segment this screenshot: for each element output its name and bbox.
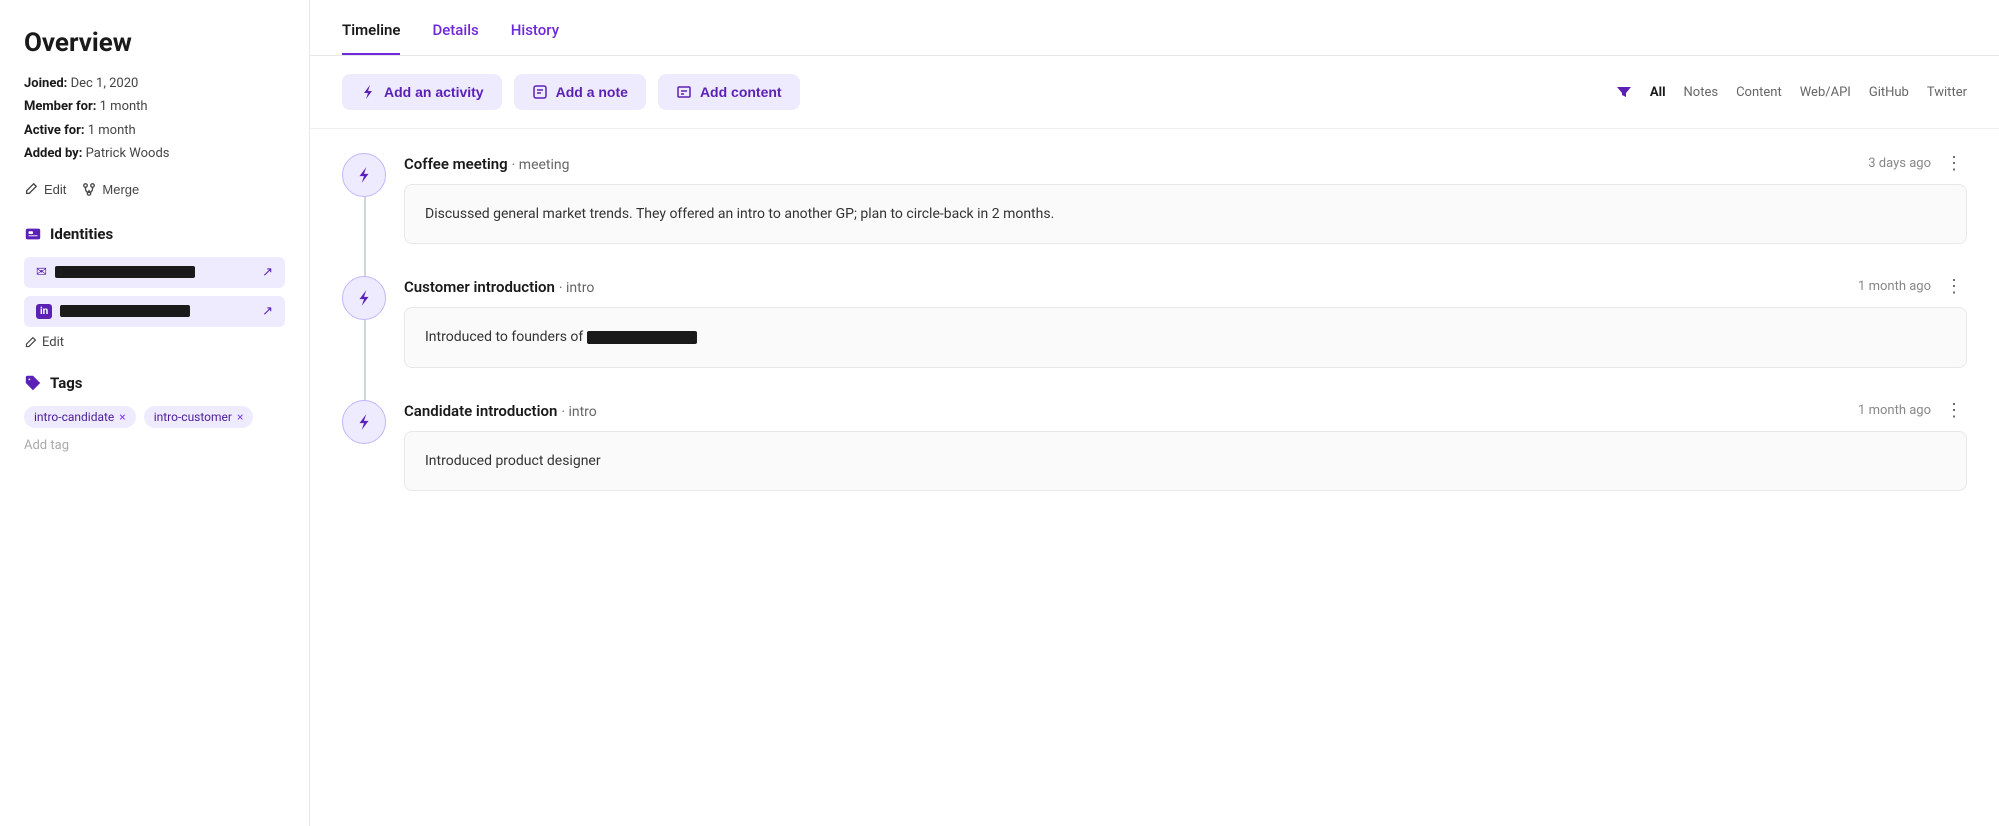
sidebar: Overview Joined: Dec 1, 2020 Member for:…: [0, 0, 310, 826]
merge-icon: [82, 182, 96, 196]
timeline-card-2: Introduced to founders of: [404, 307, 1967, 367]
tag-remove-intro-candidate[interactable]: ×: [119, 410, 125, 424]
tag-pill-intro-customer: intro-customer ×: [144, 406, 254, 428]
sidebar-action-bar: Edit Merge: [24, 182, 285, 197]
tag-remove-intro-customer[interactable]: ×: [237, 410, 243, 424]
identity-linkedin-item: in ↗: [24, 296, 285, 327]
timeline-header-1: Coffee meeting · meeting 3 days ago ⋮: [404, 153, 1967, 174]
add-note-button[interactable]: Add a note: [514, 74, 646, 110]
tag-pills-container: intro-candidate × intro-customer ×: [24, 406, 285, 428]
filter-bar: All Notes Content Web/API GitHub Twitter: [1616, 84, 1967, 100]
bolt-icon-2: [355, 289, 373, 307]
tag-icon: [24, 374, 42, 392]
tab-details[interactable]: Details: [432, 21, 478, 55]
timeline-title-3: Candidate introduction · intro: [404, 401, 597, 420]
timeline-line-1: [364, 197, 366, 276]
identities-icon: [24, 225, 42, 243]
timeline-title-1: Coffee meeting · meeting: [404, 154, 570, 173]
linkedin-redacted: [60, 305, 190, 317]
timeline-icon-2: [342, 276, 386, 320]
edit-button[interactable]: Edit: [24, 182, 66, 197]
identity-email-item: ✉ ↗: [24, 257, 285, 288]
timeline-entry-coffee-meeting: Coffee meeting · meeting 3 days ago ⋮ Di…: [342, 153, 1967, 244]
identities-edit-button[interactable]: Edit: [24, 335, 285, 350]
toolbar: Add an activity Add a note Add content A…: [310, 56, 1999, 129]
edit-icon: [24, 182, 38, 196]
filter-notes[interactable]: Notes: [1684, 85, 1719, 100]
timeline-more-button-2[interactable]: ⋮: [1941, 276, 1967, 297]
add-content-button[interactable]: Add content: [658, 74, 800, 110]
note-icon: [532, 84, 548, 100]
timeline-more-button-3[interactable]: ⋮: [1941, 400, 1967, 421]
filter-github[interactable]: GitHub: [1869, 85, 1909, 100]
timeline-title-2: Customer introduction · intro: [404, 277, 594, 296]
bolt-icon-3: [355, 413, 373, 431]
linkedin-edit-icon[interactable]: ↗: [262, 304, 273, 319]
timeline-entry-candidate-intro: Candidate introduction · intro 1 month a…: [342, 400, 1967, 491]
main-content: Timeline Details History Add an activity…: [310, 0, 1999, 826]
tabs-bar: Timeline Details History: [310, 0, 1999, 56]
add-activity-button[interactable]: Add an activity: [342, 74, 502, 110]
timeline-body-2: Customer introduction · intro 1 month ag…: [404, 276, 1967, 367]
timeline-line-2: [364, 320, 366, 399]
redacted-text-2: [587, 331, 697, 344]
filter-all[interactable]: All: [1650, 85, 1666, 100]
timeline-card-1: Discussed general market trends. They of…: [404, 184, 1967, 244]
email-edit-icon[interactable]: ↗: [262, 265, 273, 280]
timeline-entry-customer-intro: Customer introduction · intro 1 month ag…: [342, 276, 1967, 367]
timeline-meta-3: 1 month ago ⋮: [1858, 400, 1967, 421]
filter-webapi[interactable]: Web/API: [1800, 85, 1851, 100]
timeline-container: Coffee meeting · meeting 3 days ago ⋮ Di…: [310, 129, 1999, 826]
timeline-icon-3: [342, 400, 386, 444]
overview-title: Overview: [24, 28, 285, 58]
linkedin-badge: in: [36, 304, 52, 319]
tab-history[interactable]: History: [511, 21, 559, 55]
timeline-meta-1: 3 days ago ⋮: [1868, 153, 1967, 174]
timeline-icon-1: [342, 153, 386, 197]
timeline-body-1: Coffee meeting · meeting 3 days ago ⋮ Di…: [404, 153, 1967, 244]
edit-icon-small: [24, 336, 37, 349]
merge-button[interactable]: Merge: [82, 182, 139, 197]
tags-title: Tags: [24, 374, 285, 392]
timeline-body-3: Candidate introduction · intro 1 month a…: [404, 400, 1967, 491]
bolt-icon-1: [355, 166, 373, 184]
tag-pill-intro-candidate: intro-candidate ×: [24, 406, 136, 428]
identities-title: Identities: [24, 225, 285, 243]
timeline-more-button-1[interactable]: ⋮: [1941, 153, 1967, 174]
tags-section: Tags intro-candidate × intro-customer × …: [24, 374, 285, 453]
add-tag-button[interactable]: Add tag: [24, 438, 285, 453]
filter-content[interactable]: Content: [1736, 85, 1782, 100]
filter-twitter[interactable]: Twitter: [1927, 85, 1967, 100]
content-icon: [676, 84, 692, 100]
identities-section: Identities ✉ ↗ in ↗ Edit: [24, 225, 285, 350]
email-icon: ✉: [36, 265, 47, 280]
email-redacted: [55, 266, 195, 278]
timeline-header-2: Customer introduction · intro 1 month ag…: [404, 276, 1967, 297]
sidebar-meta: Joined: Dec 1, 2020 Member for: 1 month …: [24, 72, 285, 166]
tab-timeline[interactable]: Timeline: [342, 21, 400, 55]
timeline-card-3: Introduced product designer: [404, 431, 1967, 491]
filter-icon: [1616, 84, 1632, 100]
timeline-meta-2: 1 month ago ⋮: [1858, 276, 1967, 297]
bolt-icon: [360, 84, 376, 100]
timeline-header-3: Candidate introduction · intro 1 month a…: [404, 400, 1967, 421]
